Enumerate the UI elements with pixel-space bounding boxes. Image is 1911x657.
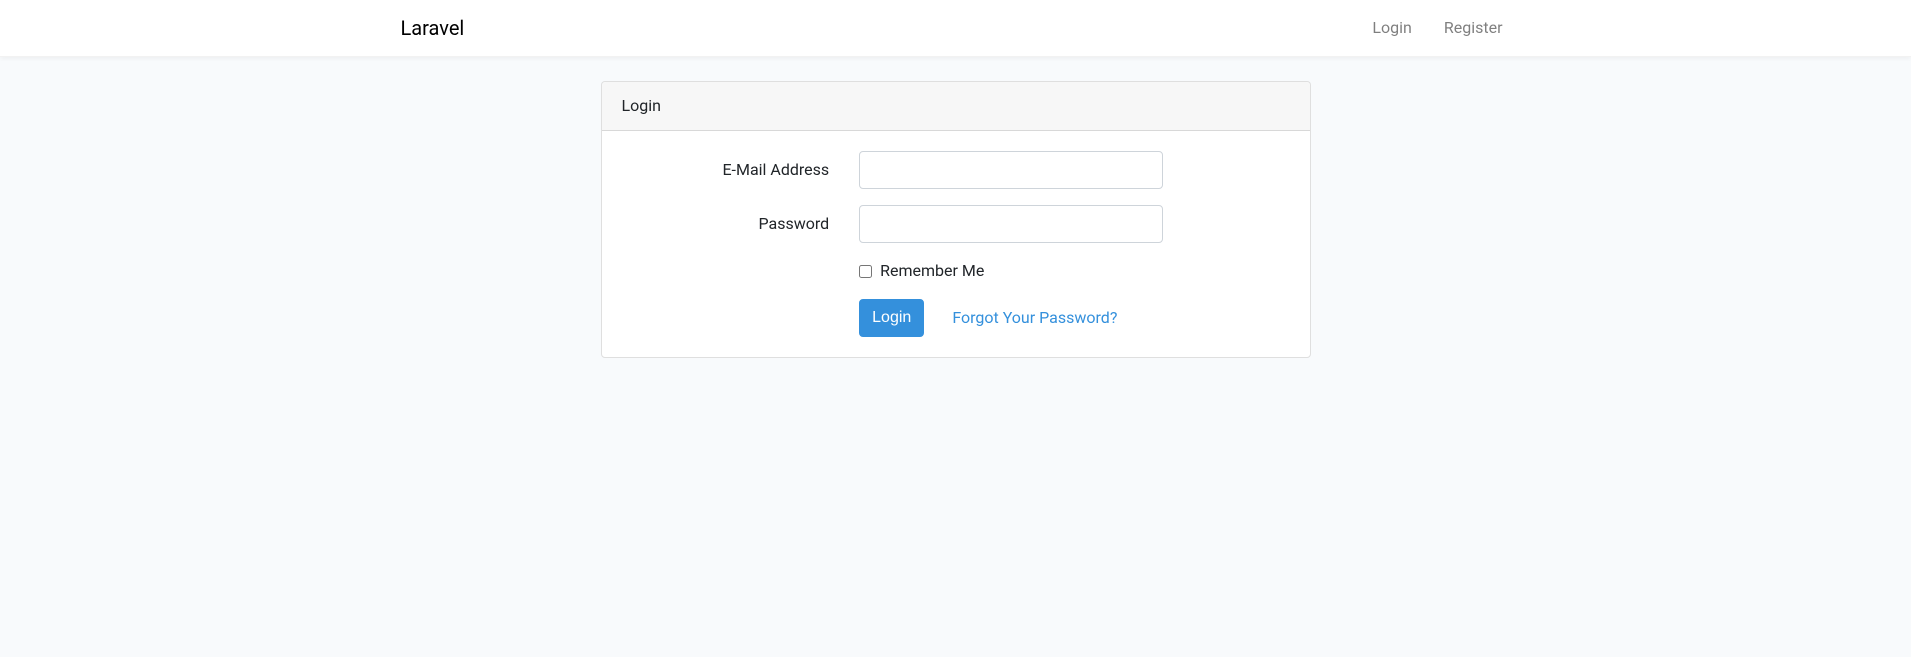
card-header: Login <box>602 82 1310 131</box>
password-field[interactable] <box>859 205 1163 243</box>
brand-link[interactable]: Laravel <box>401 8 465 48</box>
remember-label[interactable]: Remember Me <box>880 259 984 283</box>
navbar-nav: Login Register <box>1364 16 1510 40</box>
email-label: E-Mail Address <box>622 158 845 182</box>
main-content: Login E-Mail Address Password <box>0 57 1911 358</box>
navbar: Laravel Login Register <box>0 0 1911 57</box>
card-body: E-Mail Address Password <box>602 131 1310 357</box>
remember-checkbox[interactable] <box>859 265 872 278</box>
login-card: Login E-Mail Address Password <box>601 81 1311 358</box>
register-link[interactable]: Register <box>1436 10 1511 45</box>
email-field[interactable] <box>859 151 1163 189</box>
login-form: E-Mail Address Password <box>622 151 1290 337</box>
forgot-password-link[interactable]: Forgot Your Password? <box>940 300 1129 336</box>
password-label: Password <box>622 212 845 236</box>
login-link[interactable]: Login <box>1364 10 1419 45</box>
login-button[interactable]: Login <box>859 299 924 337</box>
